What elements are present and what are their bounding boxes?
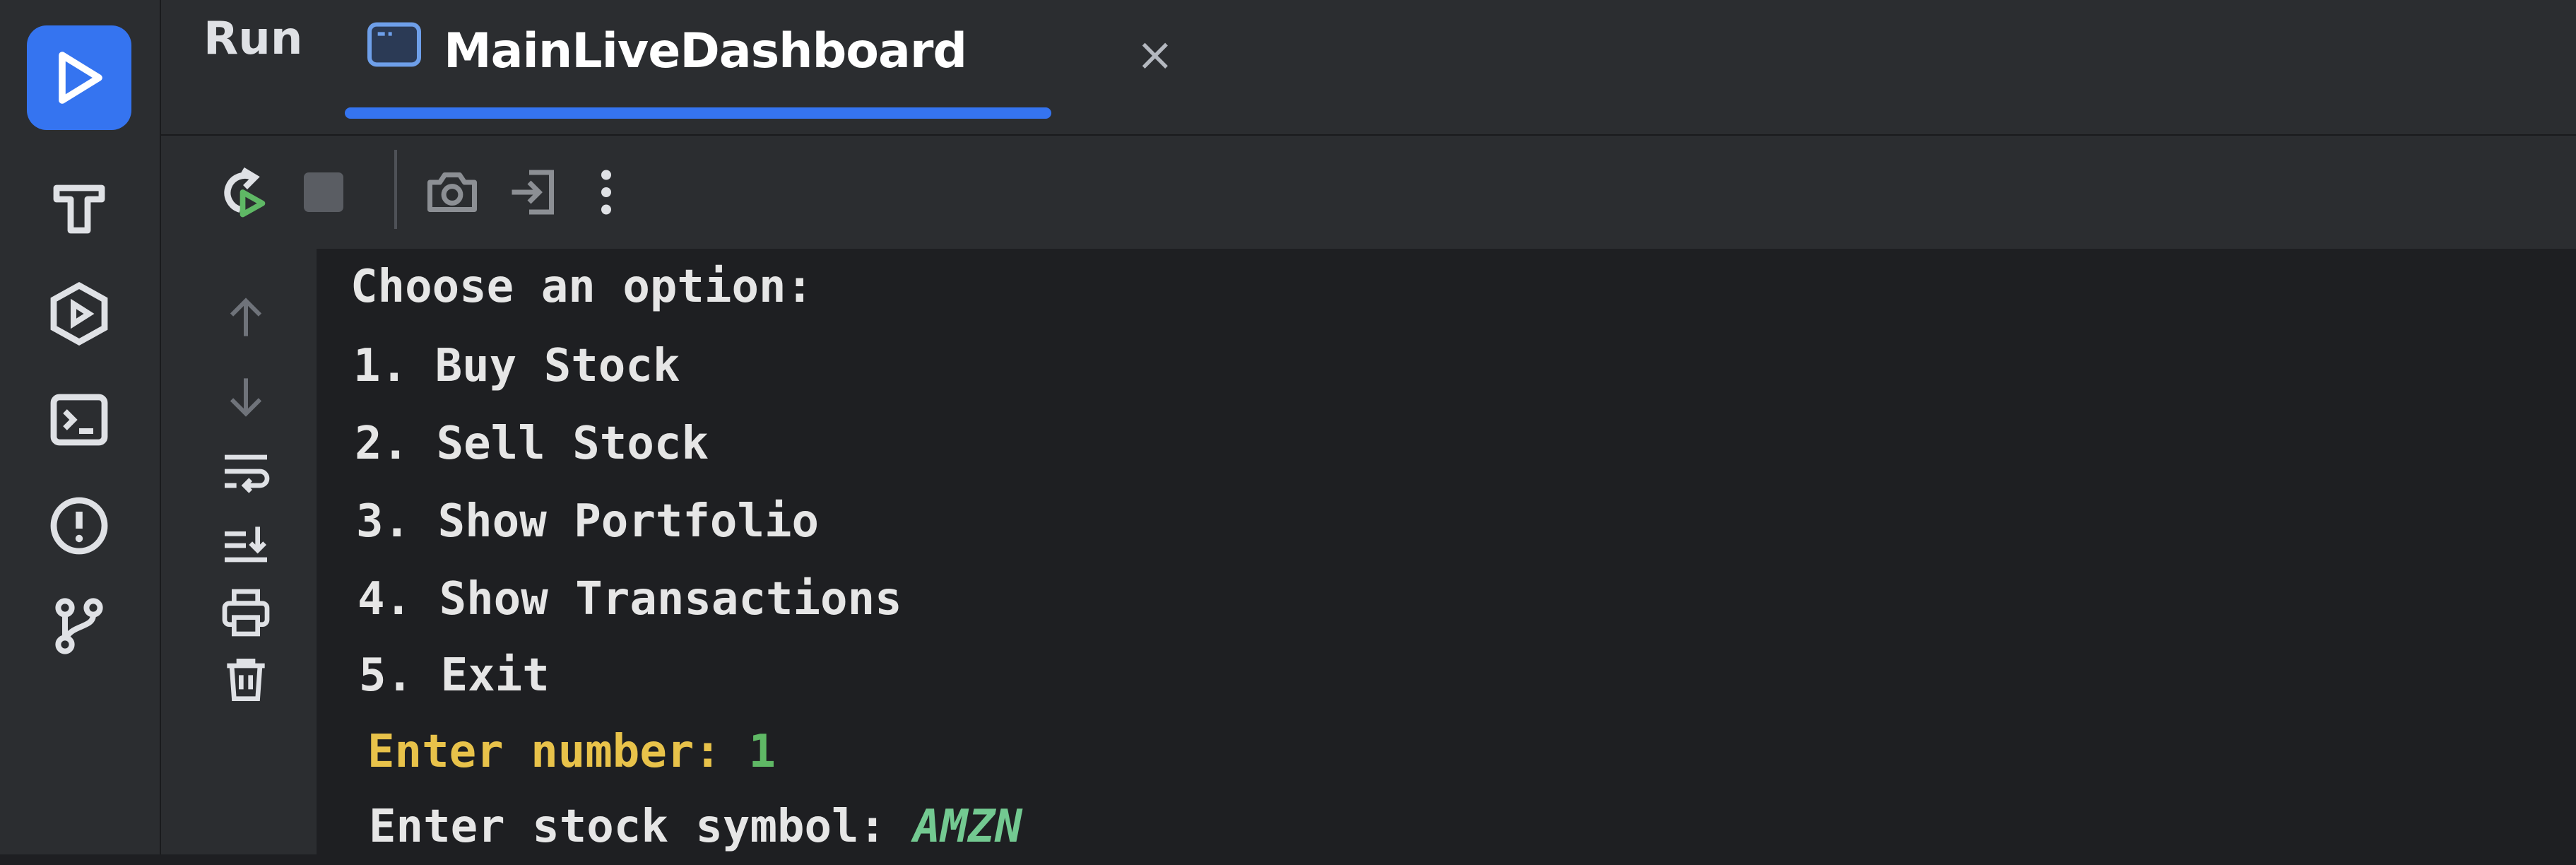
console-output[interactable]: Choose an option: 1. Buy Stock 2. Sell S…	[318, 249, 2576, 854]
build-tool-button[interactable]	[27, 155, 131, 260]
terminal-icon	[50, 394, 108, 446]
stop-button[interactable]	[288, 157, 359, 228]
close-tab-icon[interactable]: ×	[1136, 27, 1174, 83]
soft-wrap-button[interactable]	[211, 440, 281, 503]
rerun-icon	[224, 167, 266, 218]
scroll-to-end-icon	[225, 526, 267, 563]
screenshot-button[interactable]	[417, 157, 488, 228]
console-option-line: 3. Show Portfolio	[356, 495, 820, 548]
run-icon	[59, 52, 102, 104]
prompt-number-input: 1	[748, 726, 776, 778]
prompt-number-label: Enter number:	[367, 726, 749, 778]
screenshot-icon	[427, 172, 477, 212]
terminal-tool-button[interactable]	[27, 367, 131, 472]
print-icon	[222, 589, 270, 637]
scroll-down-icon	[230, 378, 262, 417]
console-prompt-symbol: Enter stock symbol: AMZN	[369, 789, 1022, 865]
soft-wrap-icon	[225, 454, 270, 493]
active-tab-indicator	[345, 107, 1051, 119]
rerun-button[interactable]	[205, 157, 276, 228]
run-tool-button[interactable]	[27, 25, 131, 130]
problems-icon	[50, 497, 108, 555]
exit-login-icon	[512, 170, 554, 215]
console-option-line: 4. Show Transactions	[358, 573, 902, 625]
toolbar-separator	[394, 150, 397, 229]
more-options-button[interactable]	[571, 157, 642, 228]
problems-tool-button[interactable]	[27, 473, 131, 578]
scroll-to-end-button[interactable]	[211, 514, 281, 577]
console-option-line: 5. Exit	[359, 649, 550, 702]
build-hammer-icon	[53, 184, 105, 234]
prompt-symbol-input: AMZN	[913, 801, 1022, 853]
run-panel-title: Run	[203, 13, 303, 65]
services-icon	[50, 281, 108, 346]
scroll-up-button[interactable]	[211, 286, 281, 349]
clear-all-icon	[227, 659, 265, 701]
console-prompt-number: Enter number: 1	[367, 714, 776, 790]
exit-login-button[interactable]	[499, 157, 569, 228]
left-tool-window-bar	[0, 0, 161, 854]
console-action-gutter	[161, 249, 317, 854]
console-option-line: 2. Sell Stock	[355, 418, 709, 470]
run-toolbar	[161, 136, 2576, 249]
tab-main-live-dashboard[interactable]: MainLiveDashboard ×	[345, 0, 1221, 127]
print-button[interactable]	[211, 581, 281, 645]
tab-label: MainLiveDashboard	[444, 23, 967, 79]
services-tool-button[interactable]	[27, 261, 131, 366]
scroll-up-icon	[230, 298, 262, 336]
stop-icon	[304, 172, 343, 212]
prompt-symbol-label: Enter stock symbol:	[369, 801, 914, 853]
git-icon	[55, 598, 103, 654]
run-panel-header: Run MainLiveDashboard ×	[161, 0, 2576, 136]
console-menu-header: Choose an option:	[350, 261, 814, 313]
application-window-icon	[367, 22, 421, 67]
git-tool-button[interactable]	[27, 572, 131, 677]
console-option-line: 1. Buy Stock	[353, 340, 680, 392]
clear-all-button[interactable]	[211, 648, 281, 712]
scroll-down-button[interactable]	[211, 365, 281, 429]
more-options-icon	[601, 170, 611, 215]
